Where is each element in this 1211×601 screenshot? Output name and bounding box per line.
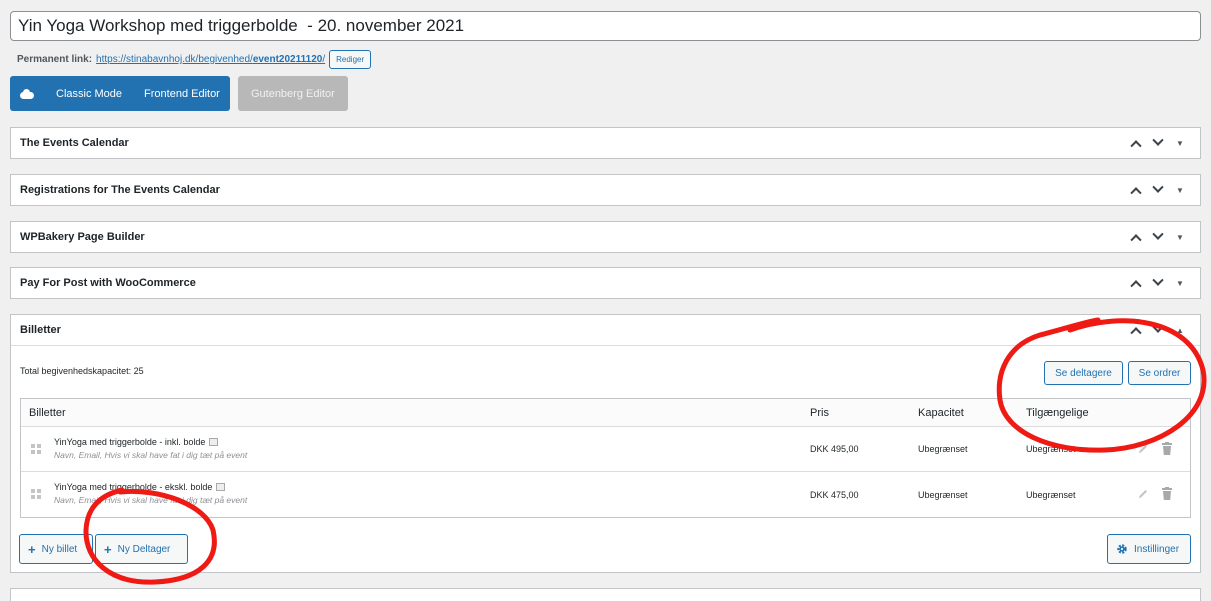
move-up-icon[interactable] xyxy=(1125,272,1147,294)
metabox-billetter: Billetter ▲ Total begivenhedskapacitet: … xyxy=(10,314,1201,573)
table-header: Billetter Pris Kapacitet Tilgængelige xyxy=(21,399,1190,427)
ticket-price: DKK 495,00 xyxy=(810,444,859,454)
metabox-header[interactable]: The Events Calendar ▼ xyxy=(11,128,1200,158)
metabox-registrations: Registrations for The Events Calendar ▼ xyxy=(10,174,1201,206)
billetter-body: Total begivenhedskapacitet: 25 Se deltag… xyxy=(11,345,1200,572)
move-up-icon[interactable] xyxy=(1125,226,1147,248)
toggle-panel-icon[interactable]: ▲ xyxy=(1169,319,1191,341)
drag-handle-icon[interactable] xyxy=(31,489,42,500)
see-orders-button[interactable]: Se ordrer xyxy=(1128,361,1191,385)
plus-icon: + xyxy=(104,541,112,557)
tickets-table: Billetter Pris Kapacitet Tilgængelige Yi… xyxy=(20,398,1191,518)
see-attendees-button[interactable]: Se deltagere xyxy=(1044,361,1123,385)
ticket-name: YinYoga med triggerbolde - ekskl. bolde xyxy=(54,482,213,492)
metabox-title: WPBakery Page Builder xyxy=(20,231,145,243)
drag-handle-icon[interactable] xyxy=(31,444,42,455)
permalink-link[interactable]: https://stinabavnhoj.dk/begivenhed/event… xyxy=(96,54,325,65)
move-down-icon[interactable] xyxy=(1147,272,1169,294)
move-down-icon[interactable] xyxy=(1147,132,1169,154)
metabox-title: Pay For Post with WooCommerce xyxy=(20,277,196,289)
ticket-description: Navn, Email, Hvis vi skal have fat i dig… xyxy=(54,450,248,460)
metabox-events-calendar: The Events Calendar ▼ xyxy=(10,127,1201,159)
trash-icon[interactable] xyxy=(1161,442,1173,456)
metabox-header[interactable]: WPBakery Page Builder ▼ xyxy=(11,222,1200,252)
toggle-panel-icon[interactable]: ▼ xyxy=(1169,226,1191,248)
next-metabox-stub xyxy=(10,588,1201,601)
metabox-header[interactable]: Pay For Post with WooCommerce ▼ xyxy=(11,268,1200,298)
new-attendee-button[interactable]: + Ny Deltager xyxy=(95,534,188,564)
toggle-panel-icon[interactable]: ▼ xyxy=(1169,272,1191,294)
move-down-icon[interactable] xyxy=(1147,226,1169,248)
ticket-capacity: Ubegrænset xyxy=(918,444,968,454)
move-down-icon[interactable] xyxy=(1147,319,1169,341)
header-billetter: Billetter xyxy=(29,406,66,419)
wpbakery-cloud-icon xyxy=(20,88,34,99)
ticket-description: Navn, Email, Hvis vi skal have fat i dig… xyxy=(54,495,248,505)
ticket-price: DKK 475,00 xyxy=(810,489,859,500)
settings-label: Instillinger xyxy=(1134,543,1180,555)
image-icon xyxy=(216,483,226,491)
ticket-name: YinYoga med triggerbolde - inkl. bolde xyxy=(54,437,206,447)
gutenberg-editor-button[interactable]: Gutenberg Editor xyxy=(237,76,348,111)
image-icon xyxy=(209,438,219,446)
pencil-icon[interactable] xyxy=(1137,443,1149,455)
metabox-header[interactable]: Registrations for The Events Calendar ▼ xyxy=(11,175,1200,205)
new-ticket-label: Ny billet xyxy=(41,543,78,555)
header-tilgaengelige: Tilgængelige xyxy=(1026,406,1089,419)
new-ticket-button[interactable]: + Ny billet xyxy=(19,534,93,564)
metabox-title: The Events Calendar xyxy=(20,137,129,149)
permalink-label: Permanent link: xyxy=(17,54,93,65)
move-up-icon[interactable] xyxy=(1125,319,1147,341)
metabox-header[interactable]: Billetter ▲ xyxy=(11,315,1200,345)
metabox-pay-for-post: Pay For Post with WooCommerce ▼ xyxy=(10,267,1201,299)
trash-icon[interactable] xyxy=(1161,487,1173,501)
gear-icon xyxy=(1117,544,1127,554)
ticket-capacity: Ubegrænset xyxy=(918,489,968,500)
editor-mode-group: Classic Mode Frontend Editor xyxy=(10,76,230,111)
pencil-icon[interactable] xyxy=(1137,488,1149,500)
total-capacity-text: Total begivenhedskapacitet: 25 xyxy=(20,366,144,376)
table-row[interactable]: YinYoga med triggerbolde - inkl. bolde N… xyxy=(21,427,1190,472)
metabox-wpbakery: WPBakery Page Builder ▼ xyxy=(10,221,1201,253)
move-down-icon[interactable] xyxy=(1147,179,1169,201)
ticket-available: Ubegrænset xyxy=(1026,444,1076,454)
classic-mode-button[interactable]: Classic Mode xyxy=(56,88,122,100)
metabox-title: Billetter xyxy=(20,324,61,336)
move-up-icon[interactable] xyxy=(1125,132,1147,154)
table-row[interactable]: YinYoga med triggerbolde - ekskl. bolde … xyxy=(21,472,1190,517)
editor-switch-bar: Classic Mode Frontend Editor Gutenberg E… xyxy=(10,76,348,111)
settings-button[interactable]: Instillinger xyxy=(1107,534,1191,564)
header-pris: Pris xyxy=(810,406,829,419)
post-title-input[interactable] xyxy=(10,11,1201,41)
edit-permalink-button[interactable]: Rediger xyxy=(329,50,372,69)
metabox-title: Registrations for The Events Calendar xyxy=(20,184,220,196)
header-kapacitet: Kapacitet xyxy=(918,406,964,419)
plus-icon: + xyxy=(28,541,36,557)
ticket-available: Ubegrænset xyxy=(1026,489,1076,500)
toggle-panel-icon[interactable]: ▼ xyxy=(1169,179,1191,201)
new-attendee-label: Ny Deltager xyxy=(117,543,171,555)
permalink-row: Permanent link: https://stinabavnhoj.dk/… xyxy=(17,50,372,69)
toggle-panel-icon[interactable]: ▼ xyxy=(1169,132,1191,154)
frontend-editor-button[interactable]: Frontend Editor xyxy=(144,88,220,100)
move-up-icon[interactable] xyxy=(1125,179,1147,201)
